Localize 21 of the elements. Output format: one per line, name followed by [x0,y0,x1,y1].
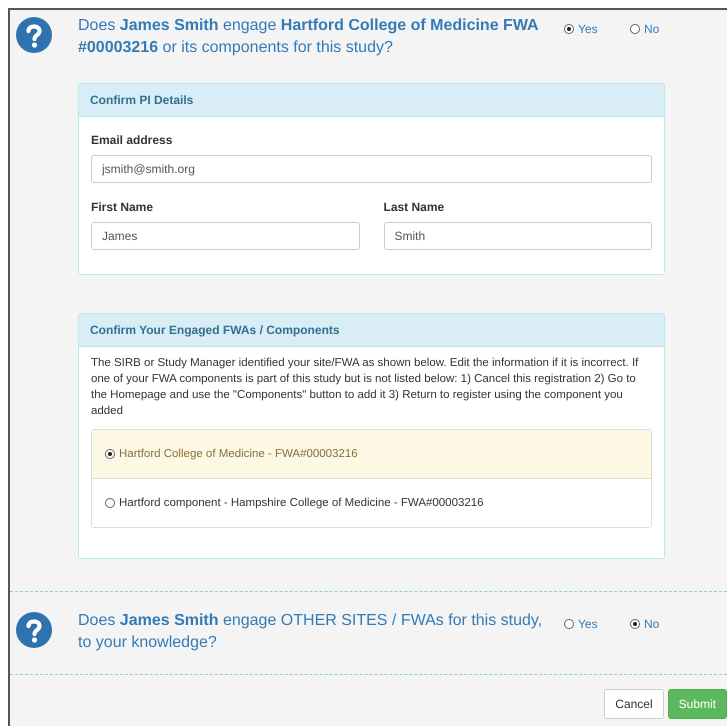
field-label: First Name [91,200,154,214]
radio-option[interactable]: No [630,22,674,36]
radio-option[interactable]: Yes [564,22,608,36]
submit-button[interactable]: Submit [668,689,727,719]
question-text: Does James Smith engage OTHER SITES / FWAs for this study, to your knowledge? [78,611,544,653]
field-label: Last Name [384,200,446,214]
first-name-field[interactable]: James [91,222,360,250]
radio-option[interactable]: Yes [564,617,608,631]
help-icon [16,17,52,53]
fwa-option[interactable]: Hartford College of Medicine - FWA#00003216 [92,430,651,478]
description-text: The SIRB or Study Manager identified your site/FWA as shown below. Edit the information if it is incorrect. If one of your FWA components is part of this study but is not listed below: 1) Cancel this registration 2) Go to the Homepage and use the "Components" button to add it 3) Return to register using the component you added [91,356,640,419]
help-icon [16,612,52,648]
panel-header: Confirm PI Details [79,84,664,117]
question-text: Does James Smith engage Hartford College of Medicine FWA #00003216 or its components for this study? [78,16,539,58]
cancel-button[interactable]: Cancel [604,689,664,719]
last-name-field[interactable]: Smith [384,222,652,250]
field-label: Email address [91,133,174,147]
radio-option[interactable]: No [630,617,674,631]
email-field[interactable]: jsmith@smith.org [91,155,652,183]
panel-header: Confirm Your Engaged FWAs / Components [79,314,664,347]
fwa-option[interactable]: Hartford component - Hampshire College of Medicine - FWA#00003216 [92,478,651,527]
